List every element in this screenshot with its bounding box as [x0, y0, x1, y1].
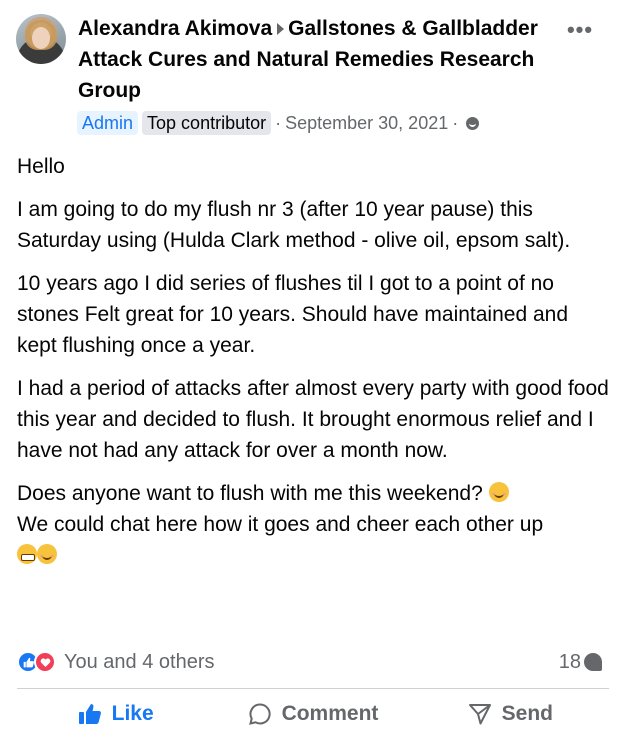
like-button[interactable]: Like: [17, 695, 214, 733]
avatar-face: [32, 27, 50, 49]
post-meta: Admin Top contributor · September 30, 20…: [77, 110, 480, 136]
action-bar: Like Comment Send: [17, 695, 609, 733]
paragraph: I had a period of attacks after almost e…: [17, 377, 609, 462]
post-header: Alexandra Akimova Gallstones & Gallbladde…: [78, 13, 548, 106]
reactions-summary[interactable]: You and 4 others: [17, 649, 215, 675]
top-contributor-badge: Top contributor: [142, 111, 272, 135]
comment-icon: [248, 703, 271, 725]
smiling-face-emoji-icon: [488, 482, 509, 502]
send-label: Send: [501, 702, 553, 725]
comment-count-number: 18: [558, 650, 581, 673]
post-card: Alexandra Akimova Gallstones & Gallbladde…: [0, 0, 627, 733]
reactions-count-text: You and 4 others: [64, 650, 215, 673]
meta-separator: ·: [275, 112, 282, 133]
paragraph: 10 years ago I did series of flushes til…: [17, 272, 569, 357]
paragraph: I am going to do my flush nr 3 (after 10…: [17, 198, 571, 252]
paragraph-line: We could chat here how it goes and cheer…: [17, 513, 544, 536]
comment-label: Comment: [281, 702, 379, 725]
like-label: Like: [111, 702, 154, 725]
admin-badge: Admin: [77, 111, 139, 135]
more-options-button[interactable]: •••: [566, 19, 594, 48]
love-reaction-icon: [34, 651, 56, 673]
divider: [17, 688, 609, 689]
paragraph-last: Does anyone want to flush with me this w…: [17, 478, 609, 571]
caret-right-icon: [277, 23, 285, 36]
paragraph-line: Does anyone want to flush with me this w…: [17, 482, 483, 505]
meta-separator: ·: [452, 112, 459, 133]
thumbs-up-icon: [78, 704, 101, 724]
send-icon: [468, 704, 491, 725]
send-button[interactable]: Send: [412, 695, 609, 733]
comments-count[interactable]: 18: [559, 649, 602, 675]
smiling-face-emoji-icon: [37, 544, 57, 564]
audience-group-icon[interactable]: [466, 116, 480, 130]
grimacing-face-emoji-icon: [17, 544, 37, 564]
post-date[interactable]: September 30, 2021: [285, 113, 448, 134]
author-avatar[interactable]: [16, 14, 66, 64]
post-body: Hello I am going to do my flush nr 3 (af…: [17, 151, 609, 583]
comment-bubble-icon: [584, 653, 602, 671]
author-name[interactable]: Alexandra Akimova: [78, 17, 272, 40]
paragraph: Hello: [17, 155, 65, 178]
comment-button[interactable]: Comment: [214, 695, 411, 733]
